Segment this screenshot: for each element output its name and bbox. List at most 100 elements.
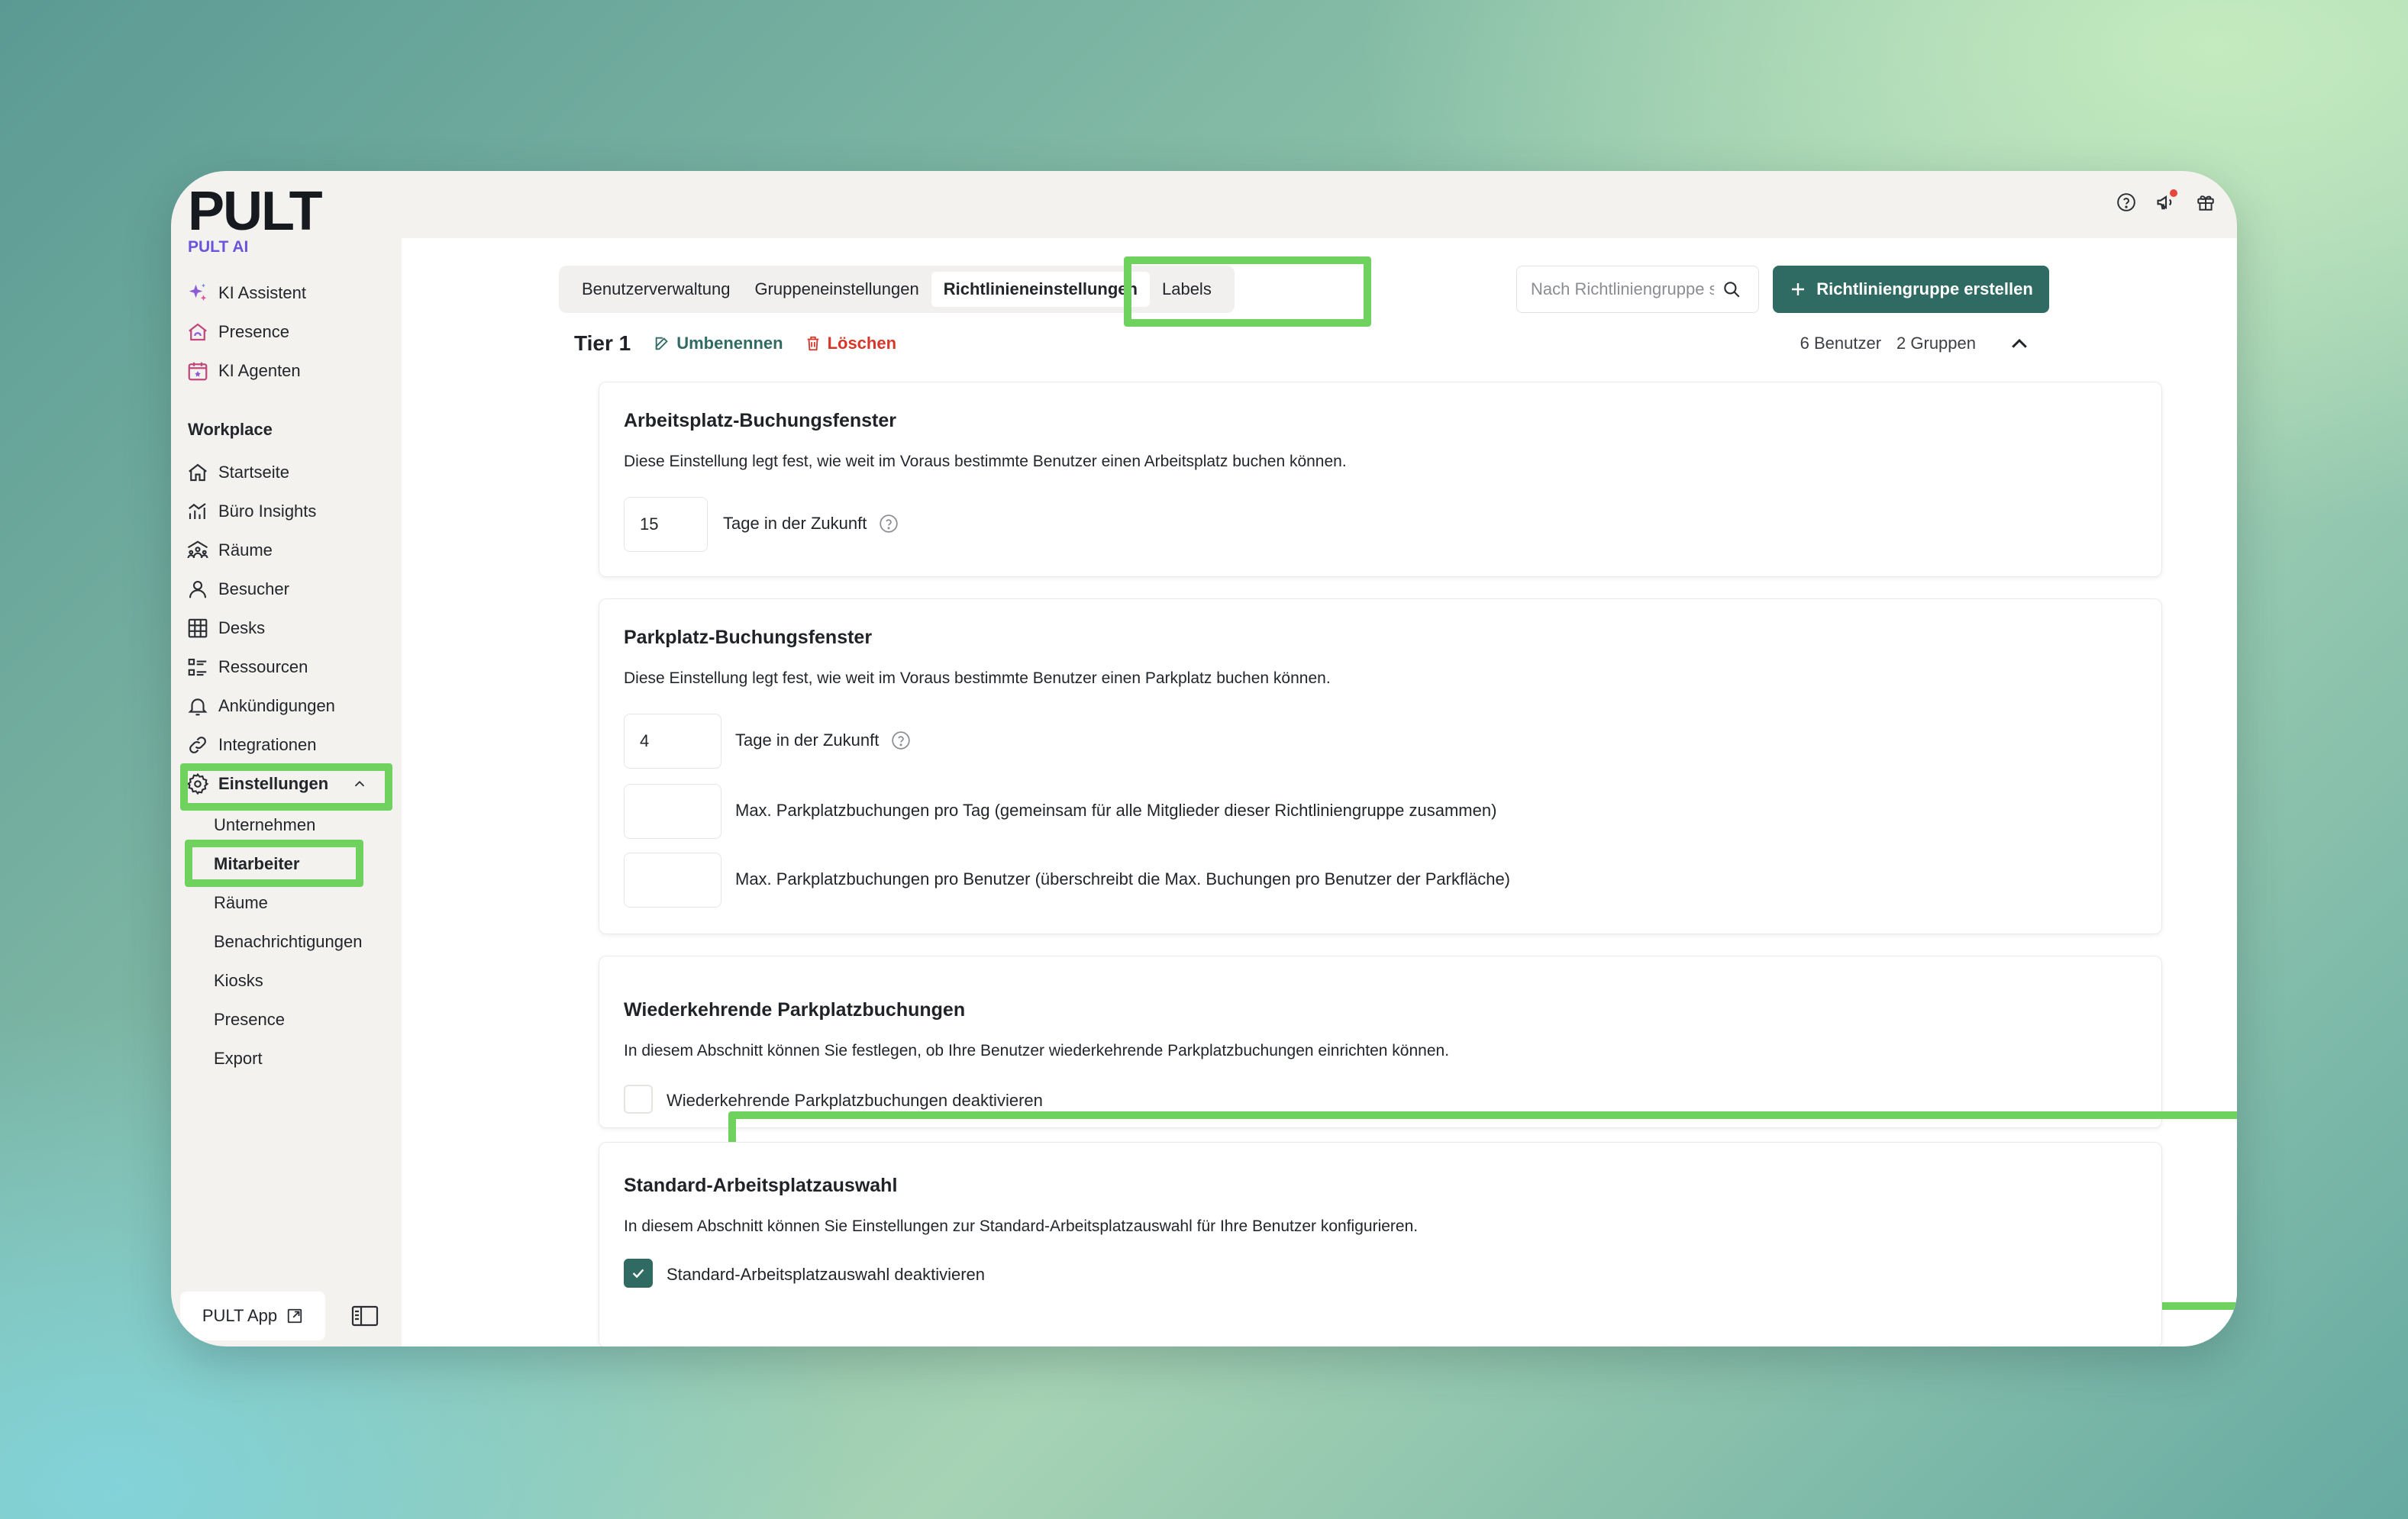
parking-days-input[interactable]: 4 bbox=[624, 714, 721, 769]
unit-label: Tage in der Zukunft bbox=[735, 730, 880, 750]
pult-app-button[interactable]: PULT App bbox=[180, 1292, 325, 1340]
workplace-days-input[interactable]: 15 bbox=[624, 497, 708, 552]
tab-gruppeneinstellungen[interactable]: Gruppeneinstellungen bbox=[742, 272, 931, 307]
sidebar-item-label: KI Assistent bbox=[218, 283, 306, 302]
max-per-day-label: Max. Parkplatzbuchungen pro Tag (gemeins… bbox=[735, 801, 1497, 820]
default-workplace-checkbox[interactable] bbox=[624, 1259, 653, 1288]
users-count: 6 Benutzer bbox=[1800, 334, 1882, 353]
sidebar-item-besucher[interactable]: Besucher bbox=[186, 574, 289, 605]
workplace-section-label: Workplace bbox=[188, 420, 273, 439]
sidebar-sub-raeume[interactable]: Räume bbox=[214, 893, 268, 913]
help-icon[interactable] bbox=[2115, 191, 2138, 214]
user-icon bbox=[189, 580, 207, 598]
create-button-label: Richtliniengruppe erstellen bbox=[1816, 279, 2033, 298]
card-description: In diesem Abschnitt können Sie festlegen… bbox=[624, 1042, 1450, 1059]
pult-ai-section-label: PULT AI bbox=[188, 238, 249, 256]
plus-icon bbox=[1792, 283, 1805, 295]
app-window: PULT PULT AI KI Assistent Presence KI Ag… bbox=[171, 171, 2237, 1346]
sidebar-sub-export[interactable]: Export bbox=[214, 1049, 263, 1069]
sidebar-item-ki-assistent[interactable]: KI Assistent bbox=[186, 278, 306, 308]
delete-button[interactable]: Löschen bbox=[805, 334, 896, 353]
sidebar-item-label: Desks bbox=[218, 618, 266, 637]
help-icon[interactable] bbox=[879, 514, 899, 534]
sidebar-item-ankuendigungen[interactable]: Ankündigungen bbox=[186, 691, 335, 721]
main-content: Benutzerverwaltung Gruppeneinstellungen … bbox=[402, 238, 2237, 1346]
highlight-einstellungen bbox=[180, 763, 392, 811]
default-workplace-checkbox-label: Standard-Arbeitsplatzauswahl deaktiviere… bbox=[667, 1265, 986, 1284]
card-recurring-parking: Wiederkehrende Parkplatzbuchungen In die… bbox=[599, 956, 2162, 1128]
external-link-icon bbox=[287, 1308, 302, 1324]
tier-meta: 6 Benutzer 2 Gruppen bbox=[1800, 334, 1976, 353]
sidebar-item-desks[interactable]: Desks bbox=[186, 613, 265, 643]
tab-richtlinieneinstellungen[interactable]: Richtlinieneinstellungen bbox=[931, 272, 1150, 307]
pult-logo[interactable]: PULT bbox=[188, 180, 323, 243]
max-per-user-label: Max. Parkplatzbuchungen pro Benutzer (üb… bbox=[735, 869, 1511, 889]
link-icon bbox=[189, 737, 206, 753]
sidebar-item-label: Ankündigungen bbox=[218, 696, 335, 715]
pult-app-label: PULT App bbox=[202, 1306, 278, 1325]
sidebar-sub-presence[interactable]: Presence bbox=[214, 1010, 285, 1030]
sidebar-item-label: Büro Insights bbox=[218, 501, 317, 521]
agent-icon bbox=[188, 362, 208, 381]
sidebar-sub-kiosks[interactable]: Kiosks bbox=[214, 971, 263, 991]
max-per-day-input[interactable] bbox=[624, 784, 721, 839]
max-per-user-input[interactable] bbox=[624, 853, 721, 908]
rename-button[interactable]: Umbenennen bbox=[654, 334, 783, 353]
sidebar-item-ressourcen[interactable]: Ressourcen bbox=[186, 652, 308, 682]
presence-icon bbox=[189, 323, 207, 341]
sidebar-item-label: Ressourcen bbox=[218, 657, 308, 676]
search-icon bbox=[1724, 282, 1740, 298]
tier-title: Tier 1 bbox=[574, 331, 631, 355]
highlight-mitarbeiter bbox=[185, 840, 363, 887]
card-title: Parkplatz-Buchungsfenster bbox=[624, 627, 873, 648]
sidebar-item-label: Startseite bbox=[218, 463, 289, 482]
parking-days-label: Tage in der Zukunft bbox=[735, 730, 911, 750]
recurring-parking-checkbox-label: Wiederkehrende Parkplatzbuchungen deakti… bbox=[667, 1091, 1043, 1110]
card-title: Wiederkehrende Parkplatzbuchungen bbox=[624, 999, 966, 1021]
sparkles-icon bbox=[189, 283, 207, 301]
groups-count: 2 Gruppen bbox=[1896, 334, 1976, 353]
sidebar-sub-benachrichtigungen[interactable]: Benachrichtigungen bbox=[214, 932, 362, 952]
help-icon[interactable] bbox=[891, 730, 911, 750]
sidebar-item-label: Besucher bbox=[218, 579, 289, 598]
card-description: Diese Einstellung legt fest, wie weit im… bbox=[624, 453, 1347, 470]
search-input[interactable] bbox=[1531, 279, 1714, 299]
sidebar-item-startseite[interactable]: Startseite bbox=[186, 457, 289, 488]
sidebar-toggle-icon[interactable] bbox=[351, 1305, 379, 1327]
search-field[interactable] bbox=[1516, 266, 1759, 313]
edit-icon bbox=[655, 337, 668, 350]
sidebar-item-ki-agenten[interactable]: KI Agenten bbox=[186, 356, 301, 386]
chart-icon bbox=[189, 503, 206, 519]
gift-icon[interactable] bbox=[2194, 191, 2217, 214]
tier-header: Tier 1 Umbenennen Löschen 6 Benutzer 2 G… bbox=[574, 321, 2037, 366]
card-description: Diese Einstellung legt fest, wie weit im… bbox=[624, 669, 1331, 687]
highlight-richtlinien-tab bbox=[1124, 256, 1371, 327]
sidebar-item-buero-insights[interactable]: Büro Insights bbox=[186, 496, 316, 527]
sidebar-sub-unternehmen[interactable]: Unternehmen bbox=[214, 815, 315, 835]
sidebar-item-integrationen[interactable]: Integrationen bbox=[186, 730, 316, 760]
checkmark-icon bbox=[632, 1269, 644, 1279]
list-icon bbox=[188, 658, 207, 676]
card-title: Standard-Arbeitsplatzauswahl bbox=[624, 1175, 898, 1196]
card-default-workplace: Standard-Arbeitsplatzauswahl In diesem A… bbox=[599, 1142, 2162, 1346]
rooms-icon bbox=[187, 540, 208, 559]
sidebar-item-label: Räume bbox=[218, 540, 273, 560]
unit-label: Tage in der Zukunft bbox=[723, 514, 867, 533]
card-parking-booking-window: Parkplatz-Buchungsfenster Diese Einstell… bbox=[599, 598, 2162, 934]
bell-icon bbox=[188, 698, 208, 716]
workplace-days-label: Tage in der Zukunft bbox=[723, 514, 899, 534]
create-policy-group-button[interactable]: Richtliniengruppe erstellen bbox=[1773, 266, 2049, 313]
top-icons bbox=[2115, 189, 2217, 214]
card-workplace-booking-window: Arbeitsplatz-Buchungsfenster Diese Einst… bbox=[599, 382, 2162, 577]
collapse-chevron-icon[interactable] bbox=[2008, 333, 2031, 356]
recurring-parking-checkbox[interactable] bbox=[624, 1085, 653, 1114]
megaphone-icon[interactable] bbox=[2155, 189, 2177, 214]
sidebar-item-presence[interactable]: Presence bbox=[186, 317, 289, 347]
home-icon bbox=[189, 463, 207, 482]
sidebar-item-raeume[interactable]: Räume bbox=[186, 535, 273, 566]
notification-dot bbox=[2170, 189, 2177, 197]
sidebar-item-label: KI Agenten bbox=[218, 361, 301, 380]
tab-benutzerverwaltung[interactable]: Benutzerverwaltung bbox=[570, 272, 742, 307]
sidebar-item-label: Presence bbox=[218, 322, 289, 341]
desk-icon bbox=[188, 618, 208, 638]
